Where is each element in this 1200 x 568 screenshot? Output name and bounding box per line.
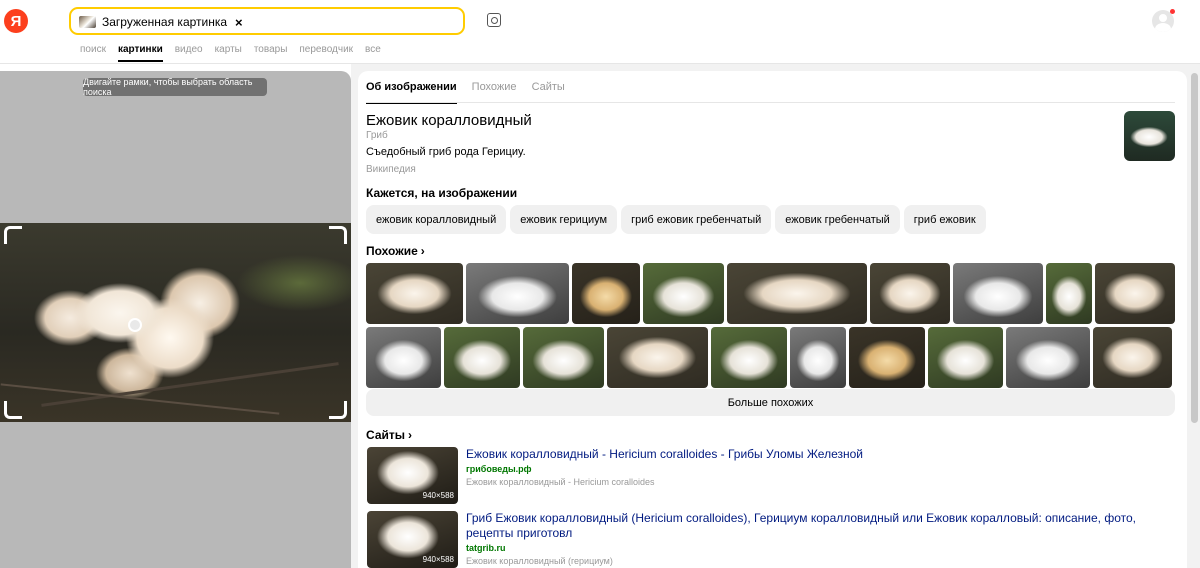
tag-chip[interactable]: гриб ежовик гребенчатый (621, 205, 772, 234)
similar-title-label: Похожие (366, 244, 418, 258)
nav-item-images[interactable]: картинки (117, 44, 163, 62)
site-domain-link[interactable]: грибоведы.рф (466, 464, 532, 474)
tag-chip[interactable]: ежовик коралловидный (366, 205, 507, 234)
results-panel: Об изображении Похожие Сайты Ежовик кора… (358, 71, 1187, 568)
similar-image[interactable] (523, 327, 604, 388)
tab-similar[interactable]: Похожие (472, 81, 517, 104)
tag-chip[interactable]: гриб ежовик (903, 205, 986, 234)
site-title-link[interactable]: Гриб Ежовик коралловидный (Hericium cora… (466, 511, 1175, 541)
notification-dot (1170, 9, 1175, 14)
similar-image[interactable] (953, 263, 1043, 324)
tab-about[interactable]: Об изображении (366, 81, 457, 104)
similar-image[interactable] (790, 327, 846, 388)
photo-branch (41, 362, 339, 407)
tab-sites[interactable]: Сайты (532, 81, 565, 104)
nav-item-video[interactable]: видео (175, 44, 203, 55)
similar-image[interactable] (870, 263, 950, 324)
uploaded-image-thumbnail (79, 16, 96, 28)
sites-title[interactable]: Сайты › (366, 428, 412, 442)
similar-image[interactable] (727, 263, 867, 324)
yandex-logo[interactable]: Я (4, 9, 28, 33)
crop-handle-top-right[interactable] (329, 226, 347, 244)
object-type: Гриб (366, 130, 388, 141)
search-input[interactable]: Загруженная картинка × (69, 7, 465, 35)
camera-search-icon[interactable] (487, 13, 501, 27)
image-crop-panel: Двигайте рамки, чтобы выбрать область по… (0, 71, 351, 568)
similar-image[interactable] (366, 327, 441, 388)
similar-row (366, 263, 1175, 324)
seems-title: Кажется, на изображении (366, 186, 518, 200)
object-thumbnail[interactable] (1124, 111, 1175, 161)
similar-image[interactable] (1095, 263, 1175, 324)
object-description: Съедобный гриб рода Герициy. (366, 146, 526, 158)
site-result: 940×588 Гриб Ежовик коралловидный (Heric… (366, 511, 1175, 568)
tag-chip[interactable]: ежовик герициум (510, 205, 618, 234)
image-size-label: 940×588 (422, 555, 454, 564)
chevron-right-icon: › (408, 428, 412, 442)
nav-item-maps[interactable]: карты (215, 44, 242, 55)
crop-hint: Двигайте рамки, чтобы выбрать область по… (83, 77, 267, 97)
similar-row (366, 327, 1172, 388)
result-tabs: Об изображении Похожие Сайты (366, 81, 565, 104)
similar-image[interactable] (1006, 327, 1090, 388)
similar-image[interactable] (366, 263, 463, 324)
site-title-link[interactable]: Ежовик коралловидный - Hericium coralloi… (466, 447, 1175, 462)
image-size-label: 940×588 (422, 491, 454, 500)
uploaded-image-chip[interactable]: Загруженная картинка × (79, 13, 243, 31)
similar-image[interactable] (711, 327, 787, 388)
object-title: Ежовик коралловидный (366, 112, 532, 129)
similar-image[interactable] (607, 327, 708, 388)
uploaded-image-label: Загруженная картинка (102, 15, 228, 29)
site-thumbnail[interactable]: 940×588 (367, 511, 458, 568)
site-domain-link[interactable]: tatgrib.ru (466, 543, 506, 553)
tabs-divider (366, 102, 1175, 103)
sites-title-label: Сайты (366, 428, 405, 442)
similar-image[interactable] (444, 327, 520, 388)
tag-chips: ежовик коралловидный ежовик герициум гри… (366, 205, 986, 234)
site-snippet: Ежовик коралловидный - Hericium coralloi… (466, 477, 655, 487)
similar-title[interactable]: Похожие › (366, 244, 425, 258)
similar-image[interactable] (466, 263, 569, 324)
close-icon[interactable]: × (235, 15, 243, 30)
site-snippet: Ежовик коралловидный (герициум) (466, 556, 613, 566)
chevron-right-icon: › (420, 244, 425, 258)
crop-handle-top-left[interactable] (4, 226, 22, 244)
nav-item-goods[interactable]: товары (254, 44, 288, 55)
similar-image[interactable] (928, 327, 1003, 388)
nav-item-search[interactable]: поиск (80, 44, 106, 55)
site-thumbnail[interactable]: 940×588 (367, 447, 458, 504)
similar-image[interactable] (1046, 263, 1092, 324)
nav-item-all[interactable]: все (365, 44, 381, 55)
similar-image[interactable] (849, 327, 925, 388)
crop-handle-bottom-right[interactable] (329, 401, 347, 419)
scrollbar-thumb[interactable] (1191, 73, 1198, 423)
photo-branch (0, 383, 280, 415)
more-similar-button[interactable]: Больше похожих (366, 389, 1175, 416)
object-source-link[interactable]: Википедия (366, 164, 416, 175)
tag-chip[interactable]: ежовик гребенчатый (775, 205, 900, 234)
scrollbar[interactable] (1189, 71, 1200, 568)
site-result: 940×588 Ежовик коралловидный - Hericium … (366, 447, 1175, 505)
search-nav: поиск картинки видео карты товары перево… (80, 44, 381, 62)
similar-image[interactable] (643, 263, 724, 324)
nav-item-translator[interactable]: переводчик (299, 44, 353, 55)
crop-handle-bottom-left[interactable] (4, 401, 22, 419)
uploaded-photo (0, 223, 351, 422)
similar-image[interactable] (1093, 327, 1172, 388)
object-marker[interactable] (128, 318, 142, 332)
similar-image[interactable] (572, 263, 640, 324)
header: Я Загруженная картинка × поиск картинки … (0, 0, 1200, 64)
